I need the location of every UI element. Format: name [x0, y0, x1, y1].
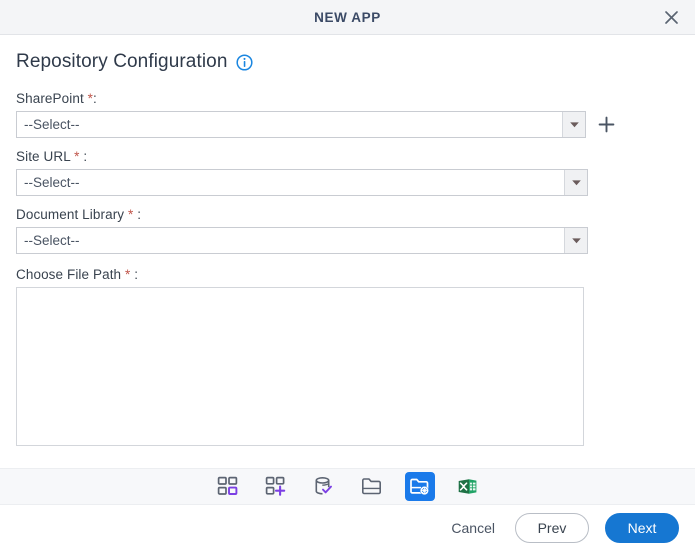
next-button[interactable]: Next: [605, 513, 679, 543]
sharepoint-row: --Select--: [16, 111, 679, 138]
cancel-button[interactable]: Cancel: [447, 514, 499, 542]
field-document-library: Document Library * : --Select--: [16, 207, 679, 254]
site-url-label-suffix: :: [79, 149, 88, 164]
dialog-title: NEW APP: [314, 9, 381, 25]
site-url-select[interactable]: --Select--: [16, 169, 588, 196]
excel-icon[interactable]: [453, 472, 483, 501]
file-path-label: Choose File Path * :: [16, 267, 679, 282]
grid-add-icon[interactable]: [261, 472, 291, 501]
file-path-input[interactable]: [16, 287, 584, 446]
prev-button[interactable]: Prev: [515, 513, 589, 543]
document-library-select-value: --Select--: [24, 233, 80, 248]
info-icon[interactable]: [235, 53, 253, 71]
sharepoint-label-suffix: :: [93, 91, 97, 106]
sharepoint-label: SharePoint *:: [16, 91, 679, 106]
file-path-label-suffix: :: [130, 267, 139, 282]
document-library-label: Document Library * :: [16, 207, 679, 222]
dialog-body: Repository Configuration SharePoint *: -…: [0, 35, 695, 468]
sharepoint-label-text: SharePoint: [16, 91, 88, 106]
site-url-label: Site URL * :: [16, 149, 679, 164]
database-check-icon[interactable]: [309, 472, 339, 501]
sharepoint-select[interactable]: --Select--: [16, 111, 586, 138]
grid-view-icon[interactable]: [213, 472, 243, 501]
document-library-label-suffix: :: [133, 207, 142, 222]
field-sharepoint: SharePoint *: --Select--: [16, 91, 679, 138]
folder-settings-icon[interactable]: [404, 472, 435, 501]
section-header: Repository Configuration: [16, 51, 679, 73]
plus-icon[interactable]: [596, 115, 616, 135]
field-file-path: Choose File Path * :: [16, 267, 679, 446]
field-site-url: Site URL * : --Select--: [16, 149, 679, 196]
chevron-down-icon[interactable]: [564, 228, 587, 253]
dialog-titlebar: NEW APP: [0, 0, 695, 35]
chevron-down-icon[interactable]: [562, 112, 585, 137]
folder-icon[interactable]: [357, 472, 387, 501]
new-app-dialog: NEW APP Repository Configuration SharePo…: [0, 0, 695, 551]
close-icon[interactable]: [657, 3, 685, 31]
page-title: Repository Configuration: [16, 51, 228, 72]
chevron-down-icon[interactable]: [564, 170, 587, 195]
dialog-footer: Cancel Prev Next: [0, 505, 695, 551]
sharepoint-select-value: --Select--: [24, 117, 80, 132]
wizard-step-toolbar: [0, 468, 695, 505]
site-url-label-text: Site URL: [16, 149, 75, 164]
site-url-select-value: --Select--: [24, 175, 80, 190]
file-path-label-text: Choose File Path: [16, 267, 126, 282]
document-library-select[interactable]: --Select--: [16, 227, 588, 254]
document-library-label-text: Document Library: [16, 207, 128, 222]
